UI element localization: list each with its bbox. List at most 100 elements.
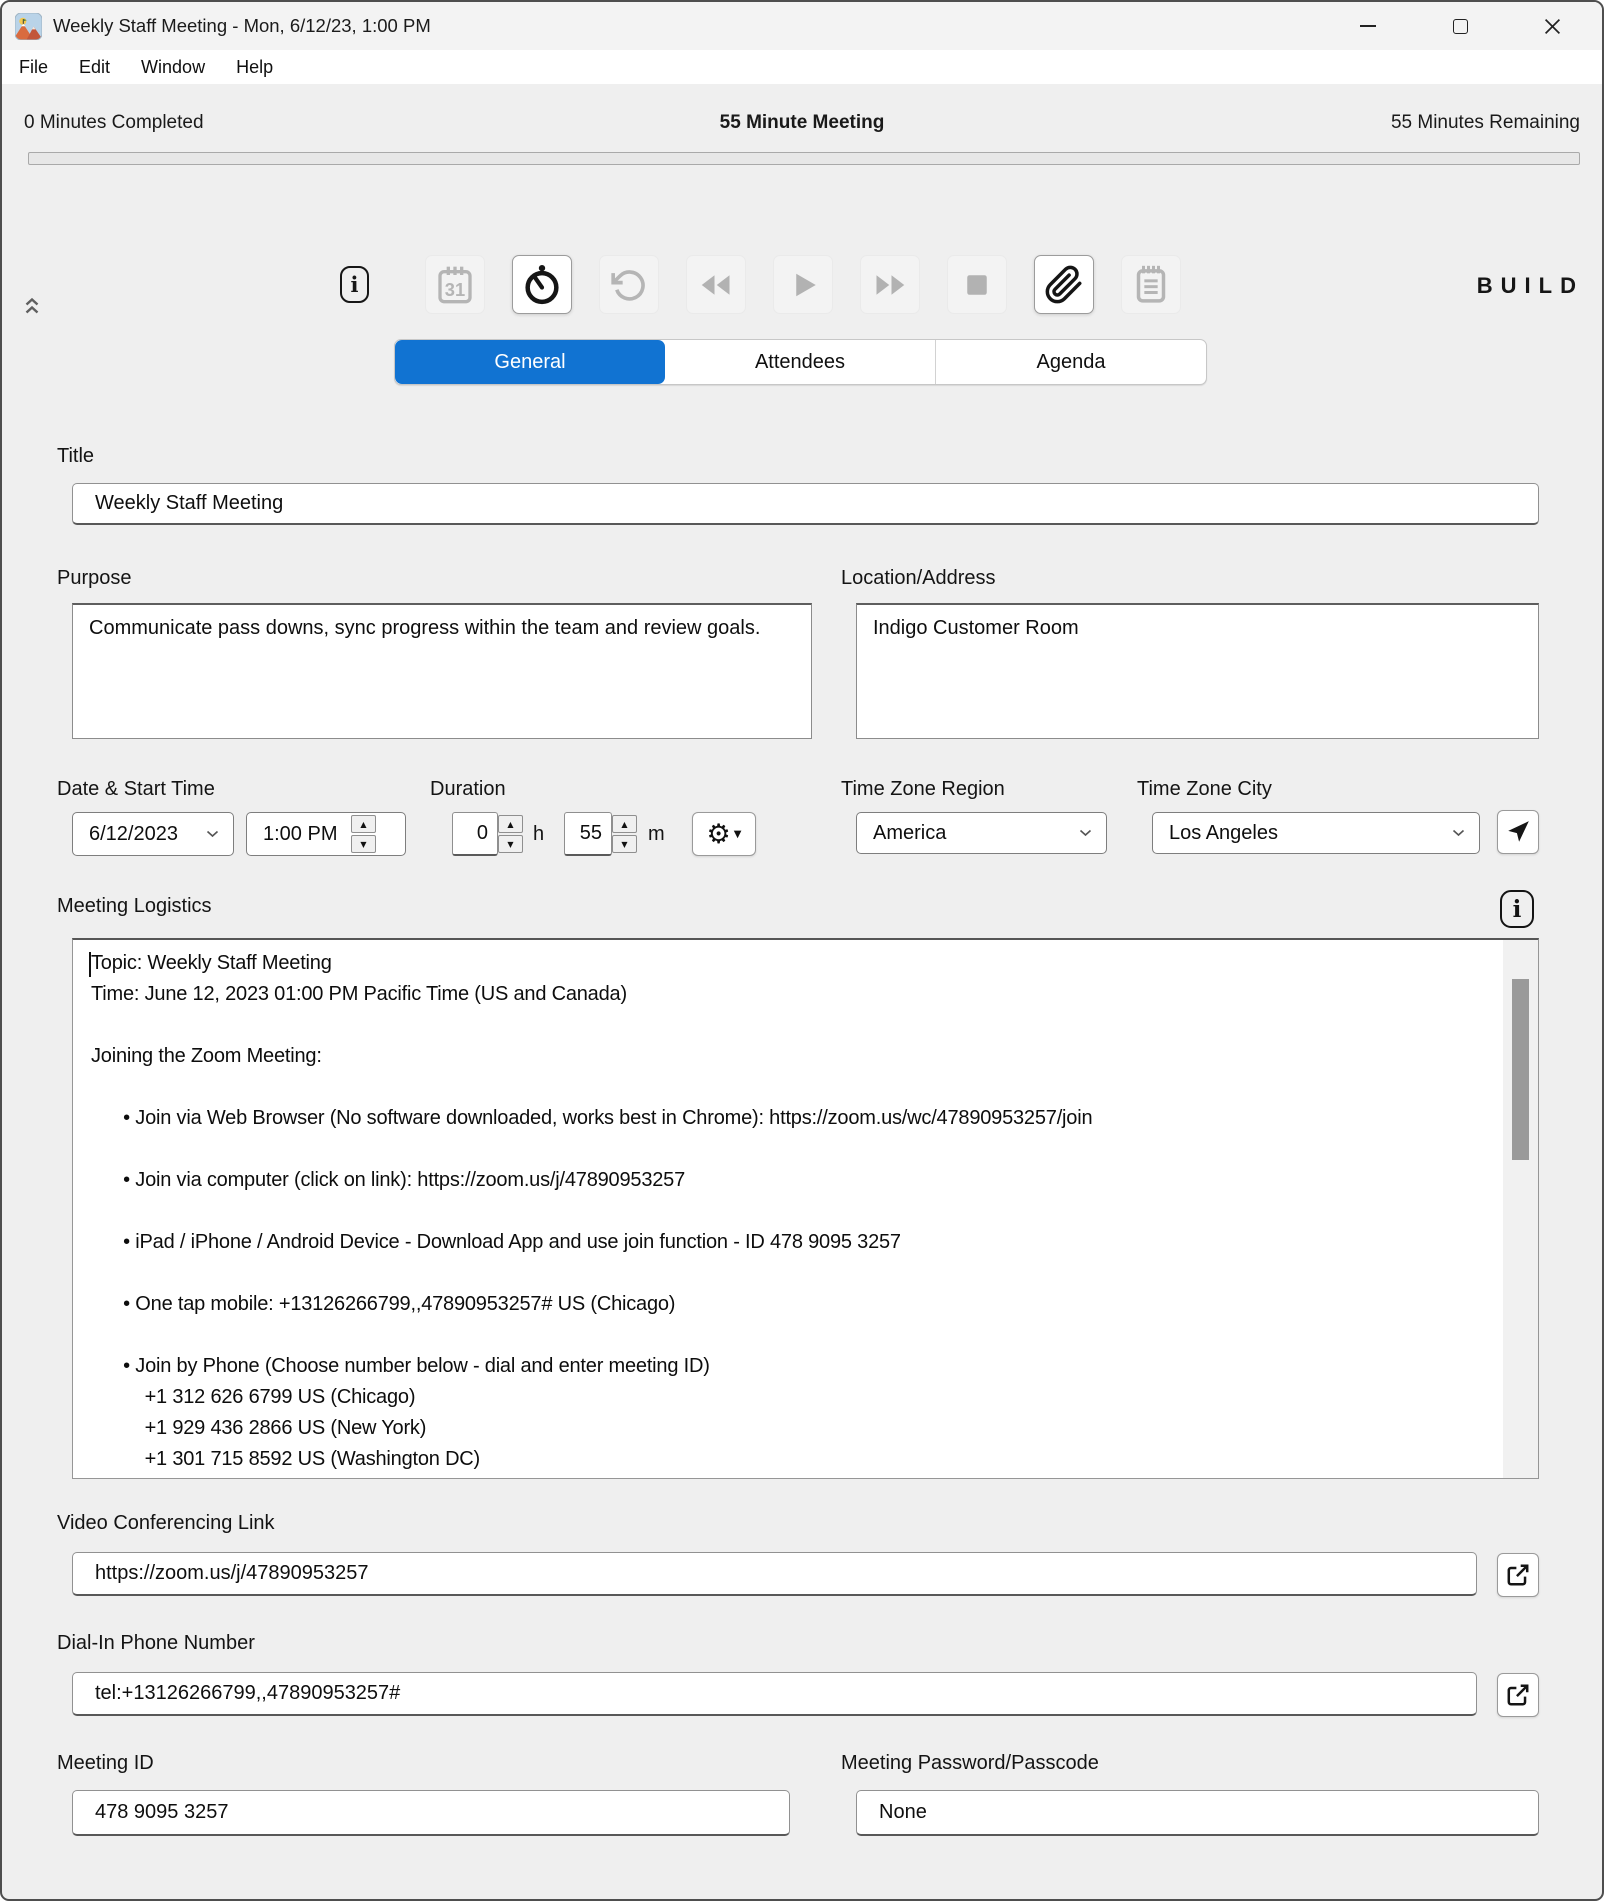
minutes-down-button[interactable]: ▼	[612, 835, 637, 853]
dropdown-caret-icon: ▼	[734, 829, 742, 840]
menu-edit[interactable]: Edit	[79, 57, 110, 78]
tz-region-value: America	[873, 822, 946, 845]
fast-forward-button[interactable]	[860, 255, 920, 314]
passcode-label: Meeting Password/Passcode	[841, 1752, 1099, 1775]
tab-bar: General Attendees Agenda	[394, 339, 1207, 385]
time-spin-buttons: ▲ ▼	[351, 815, 376, 853]
detect-timezone-button[interactable]	[1497, 810, 1539, 854]
logistics-info-icon[interactable]: i	[1500, 890, 1534, 928]
play-icon	[784, 267, 822, 303]
stopwatch-button[interactable]	[512, 255, 572, 314]
rewind-button[interactable]	[686, 255, 746, 314]
logistics-label: Meeting Logistics	[57, 895, 212, 918]
purpose-text: Communicate pass downs, sync progress wi…	[89, 617, 760, 639]
app-icon	[15, 13, 42, 40]
meeting-length-label: 55 Minute Meeting	[2, 112, 1602, 134]
build-logo: BUILD	[1477, 273, 1584, 299]
passcode-input[interactable]: None	[856, 1790, 1539, 1836]
chevron-down-icon	[1079, 829, 1092, 837]
maximize-icon	[1453, 19, 1468, 34]
progress-section: 0 Minutes Completed 55 Minute Meeting 55…	[2, 112, 1602, 138]
timezone-region-select[interactable]: America	[856, 812, 1107, 854]
open-dial-in-button[interactable]	[1497, 1673, 1539, 1717]
minutes-remaining-label: 55 Minutes Remaining	[1391, 112, 1580, 134]
reset-timer-button[interactable]	[599, 255, 659, 314]
scrollbar[interactable]	[1503, 940, 1538, 1478]
collapse-chevrons-icon[interactable]	[24, 297, 40, 315]
external-link-icon	[1505, 1682, 1531, 1708]
attachments-button[interactable]	[1034, 255, 1094, 314]
start-time-value: 1:00 PM	[263, 823, 337, 846]
rewind-icon	[696, 267, 736, 303]
timezone-city-select[interactable]: Los Angeles	[1152, 812, 1480, 854]
tab-agenda[interactable]: Agenda	[935, 340, 1206, 384]
svg-text:31: 31	[445, 278, 465, 299]
duration-hours-input[interactable]: 0	[452, 812, 498, 856]
notepad-icon	[1131, 263, 1171, 307]
stop-button[interactable]	[947, 255, 1007, 314]
calendar-button[interactable]: 31	[425, 255, 485, 314]
duration-label: Duration	[430, 778, 506, 801]
paperclip-icon	[1044, 264, 1084, 306]
time-up-button[interactable]: ▲	[351, 815, 376, 833]
stopwatch-icon	[522, 262, 562, 308]
window-controls	[1352, 2, 1602, 50]
logistics-text: Topic: Weekly Staff Meeting Time: June 1…	[91, 948, 1496, 1475]
window-title: Weekly Staff Meeting - Mon, 6/12/23, 1:0…	[53, 15, 431, 37]
external-link-icon	[1505, 1562, 1531, 1588]
minutes-unit-label: m	[648, 823, 665, 846]
menu-bar: File Edit Window Help	[2, 50, 1602, 84]
purpose-label: Purpose	[57, 567, 132, 590]
title-input[interactable]: Weekly Staff Meeting	[72, 483, 1539, 525]
date-start-label: Date & Start Time	[57, 778, 215, 801]
minutes-up-button[interactable]: ▲	[612, 815, 637, 833]
date-value: 6/12/2023	[89, 823, 178, 846]
meeting-id-label: Meeting ID	[57, 1752, 154, 1775]
toolbar: i 31	[340, 255, 1181, 314]
menu-help[interactable]: Help	[236, 57, 273, 78]
date-select[interactable]: 6/12/2023	[72, 812, 234, 856]
location-textarea[interactable]: Indigo Customer Room	[856, 603, 1539, 739]
play-button[interactable]	[773, 255, 833, 314]
time-down-button[interactable]: ▼	[351, 835, 376, 853]
hours-up-button[interactable]: ▲	[498, 815, 523, 833]
notes-button[interactable]	[1121, 255, 1181, 314]
reset-icon	[610, 266, 648, 304]
maximize-button[interactable]	[1444, 6, 1476, 46]
menu-file[interactable]: File	[19, 57, 48, 78]
close-button[interactable]	[1536, 6, 1568, 46]
info-icon[interactable]: i	[340, 266, 369, 303]
tab-general[interactable]: General	[395, 340, 665, 384]
video-link-input[interactable]: https://zoom.us/j/47890953257	[72, 1552, 1477, 1596]
title-label: Title	[57, 445, 94, 468]
location-label: Location/Address	[841, 567, 996, 590]
hours-unit-label: h	[533, 823, 544, 846]
menu-window[interactable]: Window	[141, 57, 205, 78]
minutes-spin-buttons: ▲ ▼	[612, 815, 637, 853]
tab-attendees[interactable]: Attendees	[665, 340, 935, 384]
start-time-spinner[interactable]: 1:00 PM	[246, 812, 406, 856]
scrollbar-thumb[interactable]	[1512, 979, 1529, 1160]
purpose-textarea[interactable]: Communicate pass downs, sync progress wi…	[72, 603, 812, 739]
hours-down-button[interactable]: ▼	[498, 835, 523, 853]
app-window: Weekly Staff Meeting - Mon, 6/12/23, 1:0…	[0, 0, 1604, 1901]
chevron-down-icon	[206, 830, 219, 838]
fast-forward-icon	[870, 267, 910, 303]
meeting-progress-bar	[28, 152, 1580, 165]
stop-icon	[959, 267, 995, 303]
open-video-link-button[interactable]	[1497, 1553, 1539, 1597]
minimize-button[interactable]	[1352, 6, 1384, 46]
dial-in-input[interactable]: tel:+13126266799,,47890953257#	[72, 1672, 1477, 1716]
tz-region-label: Time Zone Region	[841, 778, 1005, 801]
meeting-id-input[interactable]: 478 9095 3257	[72, 1790, 790, 1836]
close-icon	[1544, 18, 1561, 35]
gear-icon: ⚙	[707, 821, 731, 848]
titlebar: Weekly Staff Meeting - Mon, 6/12/23, 1:0…	[2, 2, 1602, 50]
duration-settings-button[interactable]: ⚙ ▼	[692, 812, 756, 856]
dial-in-label: Dial-In Phone Number	[57, 1632, 255, 1655]
calendar-icon: 31	[435, 263, 475, 307]
duration-minutes-input[interactable]: 55	[564, 812, 612, 856]
meeting-logistics-textarea[interactable]: Topic: Weekly Staff Meeting Time: June 1…	[72, 938, 1539, 1479]
tz-city-value: Los Angeles	[1169, 822, 1278, 845]
navigation-arrow-icon	[1505, 819, 1531, 845]
